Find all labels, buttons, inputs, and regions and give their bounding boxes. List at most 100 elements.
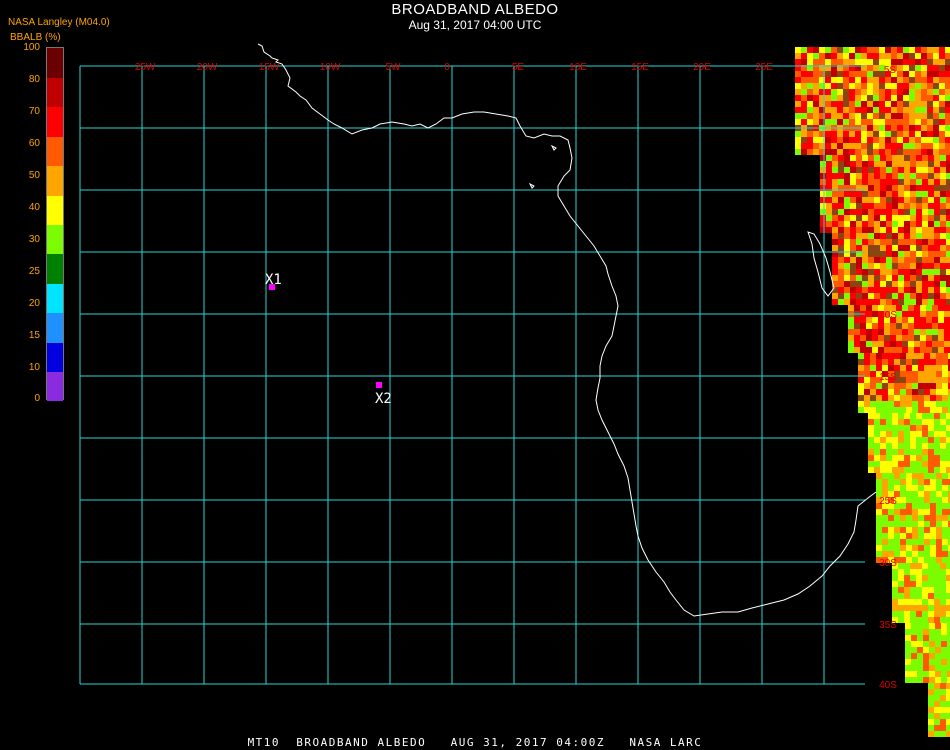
albedo-pixel [902, 329, 908, 335]
albedo-pixel [891, 89, 897, 95]
albedo-pixel [897, 113, 903, 119]
albedo-pixel [795, 95, 801, 101]
albedo-pixel [879, 113, 885, 119]
albedo-pixel [922, 299, 928, 305]
albedo-pixel [930, 539, 936, 545]
albedo-pixel [885, 47, 891, 53]
albedo-pixel [946, 701, 950, 707]
albedo-pixel [936, 377, 942, 383]
albedo-pixel [945, 107, 950, 113]
albedo-pixel [850, 263, 856, 269]
albedo-pixel [934, 443, 940, 449]
albedo-pixel [837, 101, 843, 107]
albedo-pixel [934, 215, 940, 221]
albedo-pixel [909, 101, 915, 107]
albedo-pixel [892, 413, 898, 419]
albedo-pixel [946, 617, 950, 623]
albedo-pixel [813, 119, 819, 125]
albedo-pixel [886, 173, 892, 179]
albedo-pixel [910, 287, 916, 293]
albedo-pixel [876, 353, 882, 359]
albedo-pixel [910, 215, 916, 221]
albedo-pixel [854, 329, 860, 335]
albedo-pixel [912, 359, 918, 365]
albedo-pixel [922, 467, 928, 473]
albedo-pixel [844, 221, 850, 227]
albedo-pixel [892, 587, 898, 593]
albedo-pixel [929, 653, 935, 659]
albedo-pixel [795, 77, 801, 83]
longitude-label: 10W [320, 62, 341, 73]
albedo-pixel [916, 281, 922, 287]
albedo-pixel [920, 317, 926, 323]
albedo-pixel [935, 659, 941, 665]
albedo-pixel [904, 245, 910, 251]
albedo-pixel [837, 143, 843, 149]
albedo-pixel [867, 143, 873, 149]
albedo-pixel [942, 371, 948, 377]
albedo-pixel [882, 353, 888, 359]
albedo-pixel [820, 191, 826, 197]
albedo-pixel [864, 383, 870, 389]
albedo-pixel [910, 593, 916, 599]
albedo-pixel [807, 83, 813, 89]
albedo-pixel [838, 245, 844, 251]
albedo-pixel [866, 323, 872, 329]
albedo-pixel [886, 287, 892, 293]
albedo-pixel [891, 101, 897, 107]
albedo-pixel [930, 389, 936, 395]
albedo-pixel [892, 161, 898, 167]
albedo-pixel [879, 119, 885, 125]
albedo-pixel [837, 83, 843, 89]
albedo-pixel [929, 641, 935, 647]
albedo-pixel [820, 197, 826, 203]
albedo-pixel [909, 143, 915, 149]
albedo-pixel [903, 143, 909, 149]
albedo-pixel [934, 611, 940, 617]
albedo-pixel [910, 587, 916, 593]
albedo-pixel [894, 545, 900, 551]
albedo-pixel [868, 251, 874, 257]
albedo-pixel [941, 641, 947, 647]
albedo-pixel [898, 461, 904, 467]
albedo-pixel [894, 521, 900, 527]
albedo-pixel [894, 515, 900, 521]
albedo-pixel [933, 131, 939, 137]
albedo-pixel [935, 641, 941, 647]
albedo-pixel [896, 335, 902, 341]
albedo-pixel [898, 263, 904, 269]
albedo-pixel [879, 95, 885, 101]
albedo-pixel [939, 137, 945, 143]
albedo-pixel [904, 437, 910, 443]
albedo-pixel [844, 167, 850, 173]
albedo-pixel [940, 605, 946, 611]
albedo-pixel [934, 455, 940, 461]
albedo-pixel [864, 407, 870, 413]
albedo-pixel [930, 401, 936, 407]
albedo-pixel [905, 653, 911, 659]
albedo-pixel [942, 521, 948, 527]
albedo-pixel [813, 47, 819, 53]
albedo-pixel [867, 53, 873, 59]
albedo-pixel [898, 299, 904, 305]
albedo-pixel [898, 215, 904, 221]
albedo-pixel [886, 449, 892, 455]
albedo-pixel [886, 275, 892, 281]
albedo-pixel [916, 587, 922, 593]
albedo-pixel [924, 503, 930, 509]
albedo-pixel [936, 353, 942, 359]
albedo-pixel [898, 155, 904, 161]
albedo-pixel [939, 83, 945, 89]
albedo-pixel [904, 197, 910, 203]
albedo-pixel [918, 509, 924, 515]
albedo-pixel [813, 149, 819, 155]
albedo-pixel [927, 137, 933, 143]
albedo-pixel [886, 419, 892, 425]
albedo-pixel [900, 539, 906, 545]
albedo-pixel [906, 509, 912, 515]
albedo-pixel [927, 131, 933, 137]
albedo-pixel [900, 377, 906, 383]
albedo-pixel [870, 365, 876, 371]
albedo-pixel [911, 623, 917, 629]
albedo-pixel [912, 527, 918, 533]
